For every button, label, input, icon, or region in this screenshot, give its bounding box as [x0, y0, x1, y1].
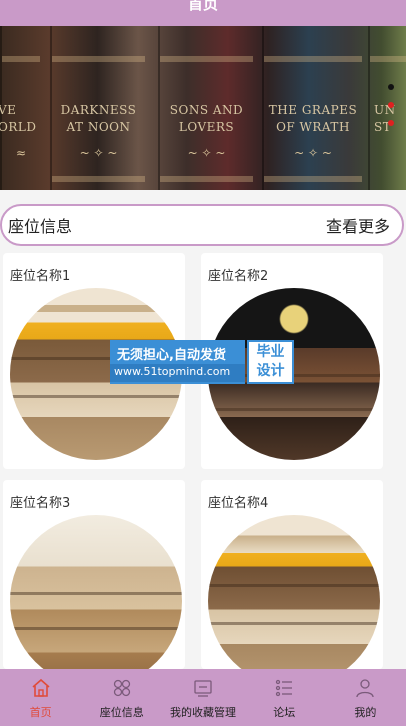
seat-name: 座位名称3 [10, 496, 71, 511]
book-spine: THE GRAPES OF WRATH ~ ✧ ~ [262, 26, 362, 190]
book-spine: UN ST [368, 26, 406, 190]
bottom-tabbar: 首页 座位信息 我的收藏管理 论坛 我的 [0, 669, 406, 726]
seat-name: 座位名称2 [208, 269, 269, 284]
carousel-dot[interactable] [388, 102, 394, 108]
tab-profile[interactable]: 我的 [325, 669, 406, 726]
see-more-link[interactable]: 查看更多 [326, 213, 390, 237]
tab-home[interactable]: 首页 [0, 669, 81, 726]
section-title: 座位信息 [8, 217, 73, 236]
screen-icon [192, 677, 214, 699]
page-title: 首页 [187, 0, 218, 13]
watermark-badge-line1: 毕业 [256, 344, 285, 360]
watermark-line1: 无须担心,自动发货 [117, 348, 226, 363]
watermark-badge: 无须担心,自动发货 www.51topmind.com 毕业 设计 [110, 340, 294, 384]
watermark-badge-line2: 设计 [256, 363, 285, 379]
book-spine: DARKNESS AT NOON ~ ✧ ~ [50, 26, 145, 190]
grid-icon [111, 677, 133, 699]
carousel-indicators [388, 84, 396, 138]
seat-image[interactable] [10, 515, 182, 687]
book-spine: VE ORLD ≈ [0, 26, 40, 190]
carousel-dot[interactable] [388, 84, 394, 90]
home-icon [30, 677, 52, 699]
list-icon [273, 677, 295, 699]
section-header: 座位信息 查看更多 [0, 204, 404, 246]
user-icon [354, 677, 376, 699]
tab-forum[interactable]: 论坛 [244, 669, 325, 726]
watermark-url: www.51topmind.com [110, 364, 245, 382]
seat-name: 座位名称1 [10, 269, 71, 284]
seat-card[interactable]: 座位名称3 [3, 480, 185, 687]
seat-name: 座位名称4 [208, 496, 269, 511]
seat-image[interactable] [208, 515, 380, 687]
carousel-dot[interactable] [388, 120, 394, 126]
book-spine: SONS AND LOVERS ~ ✧ ~ [158, 26, 253, 190]
top-header: 首页 [0, 0, 406, 26]
seat-card[interactable]: 座位名称4 [201, 480, 383, 687]
tab-seat-info[interactable]: 座位信息 [81, 669, 162, 726]
tab-favorites[interactable]: 我的收藏管理 [162, 669, 243, 726]
banner-carousel[interactable]: VE ORLD ≈ DARKNESS AT NOON ~ ✧ ~ SONS AND L… [0, 26, 406, 190]
